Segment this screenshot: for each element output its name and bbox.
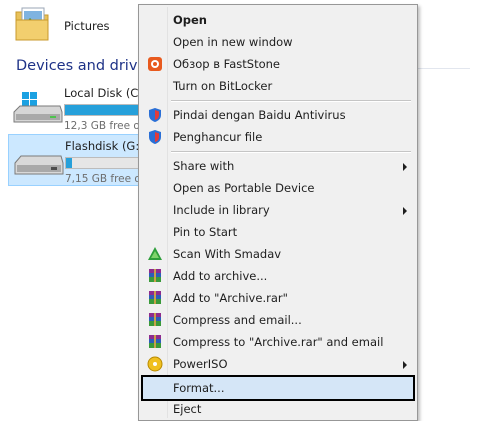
drive-label: Flashdisk (G:) (65, 139, 144, 153)
drive-label: Local Disk (C: (64, 86, 143, 100)
pictures-folder-icon (15, 7, 49, 41)
menu-item-file-shredder[interactable]: Penghancur file (141, 126, 415, 148)
drive-usage-fill (66, 158, 72, 168)
menu-item-eject[interactable]: Eject (141, 398, 415, 420)
menu-item-bitlocker[interactable]: Turn on BitLocker (141, 75, 415, 97)
devices-group-header[interactable]: Devices and drives (16, 58, 154, 74)
menu-item-compress-email[interactable]: Compress and email... (141, 309, 415, 331)
menu-item-label: Compress and email... (173, 313, 302, 327)
menu-item-share-with[interactable]: Share with (141, 155, 415, 177)
menu-item-pin-to-start[interactable]: Pin to Start (141, 221, 415, 243)
faststone-icon (148, 57, 162, 71)
menu-item-add-to-archive-rar[interactable]: Add to "Archive.rar" (141, 287, 415, 309)
menu-separator (171, 151, 411, 153)
menu-item-open-portable-device[interactable]: Open as Portable Device (141, 177, 415, 199)
winrar-icon (149, 335, 161, 348)
menu-item-label: Share with (173, 159, 235, 173)
menu-item-include-in-library[interactable]: Include in library (141, 199, 415, 221)
menu-item-label: Open in new window (173, 35, 293, 49)
submenu-arrow-icon (403, 361, 407, 369)
menu-item-label: Eject (173, 402, 202, 416)
menu-item-label: Format... (173, 381, 225, 395)
pictures-folder[interactable]: Pictures (14, 2, 154, 50)
poweriso-icon (147, 356, 163, 372)
menu-item-label: Include in library (173, 203, 270, 217)
menu-item-label: Turn on BitLocker (173, 79, 273, 93)
usb-drive-icon (14, 155, 64, 175)
submenu-arrow-icon (403, 207, 407, 215)
menu-item-label: Add to "Archive.rar" (173, 291, 288, 305)
baidu-antivirus-icon (149, 108, 161, 122)
menu-item-open[interactable]: Open (141, 9, 415, 31)
menu-item-faststone[interactable]: Обзор в FastStone (141, 53, 415, 75)
menu-item-compress-to-rar-email[interactable]: Compress to "Archive.rar" and email (141, 331, 415, 353)
drive-free-space: 7,15 GB free o (65, 173, 141, 185)
drive-free-space: 12,3 GB free o (64, 120, 140, 132)
menu-item-label: Open as Portable Device (173, 181, 315, 195)
winrar-icon (149, 291, 161, 304)
folder-label: Pictures (64, 19, 110, 33)
baidu-antivirus-icon (149, 130, 161, 144)
menu-item-label: PowerISO (173, 357, 228, 371)
menu-item-label: Add to archive... (173, 269, 268, 283)
menu-item-label: Обзор в FastStone (173, 57, 280, 71)
menu-item-scan-smadav[interactable]: Scan With Smadav (141, 243, 415, 265)
winrar-icon (149, 313, 161, 326)
menu-item-baidu-scan[interactable]: Pindai dengan Baidu Antivirus (141, 104, 415, 126)
menu-item-label: Pin to Start (173, 225, 238, 239)
smadav-icon (148, 247, 162, 260)
menu-item-add-to-archive[interactable]: Add to archive... (141, 265, 415, 287)
menu-item-label: Compress to "Archive.rar" and email (173, 335, 384, 349)
menu-item-label: Open (173, 13, 207, 27)
menu-item-poweriso[interactable]: PowerISO (141, 353, 415, 375)
winrar-icon (149, 269, 161, 282)
menu-item-label: Penghancur file (173, 130, 263, 144)
menu-item-label: Scan With Smadav (173, 247, 282, 261)
windows-drive-icon (13, 92, 63, 123)
submenu-arrow-icon (403, 163, 407, 171)
menu-item-label: Pindai dengan Baidu Antivirus (173, 108, 346, 122)
menu-item-open-new-window[interactable]: Open in new window (141, 31, 415, 53)
context-menu: Open Open in new window Обзор в FastSton… (138, 4, 418, 421)
menu-separator (171, 100, 411, 102)
